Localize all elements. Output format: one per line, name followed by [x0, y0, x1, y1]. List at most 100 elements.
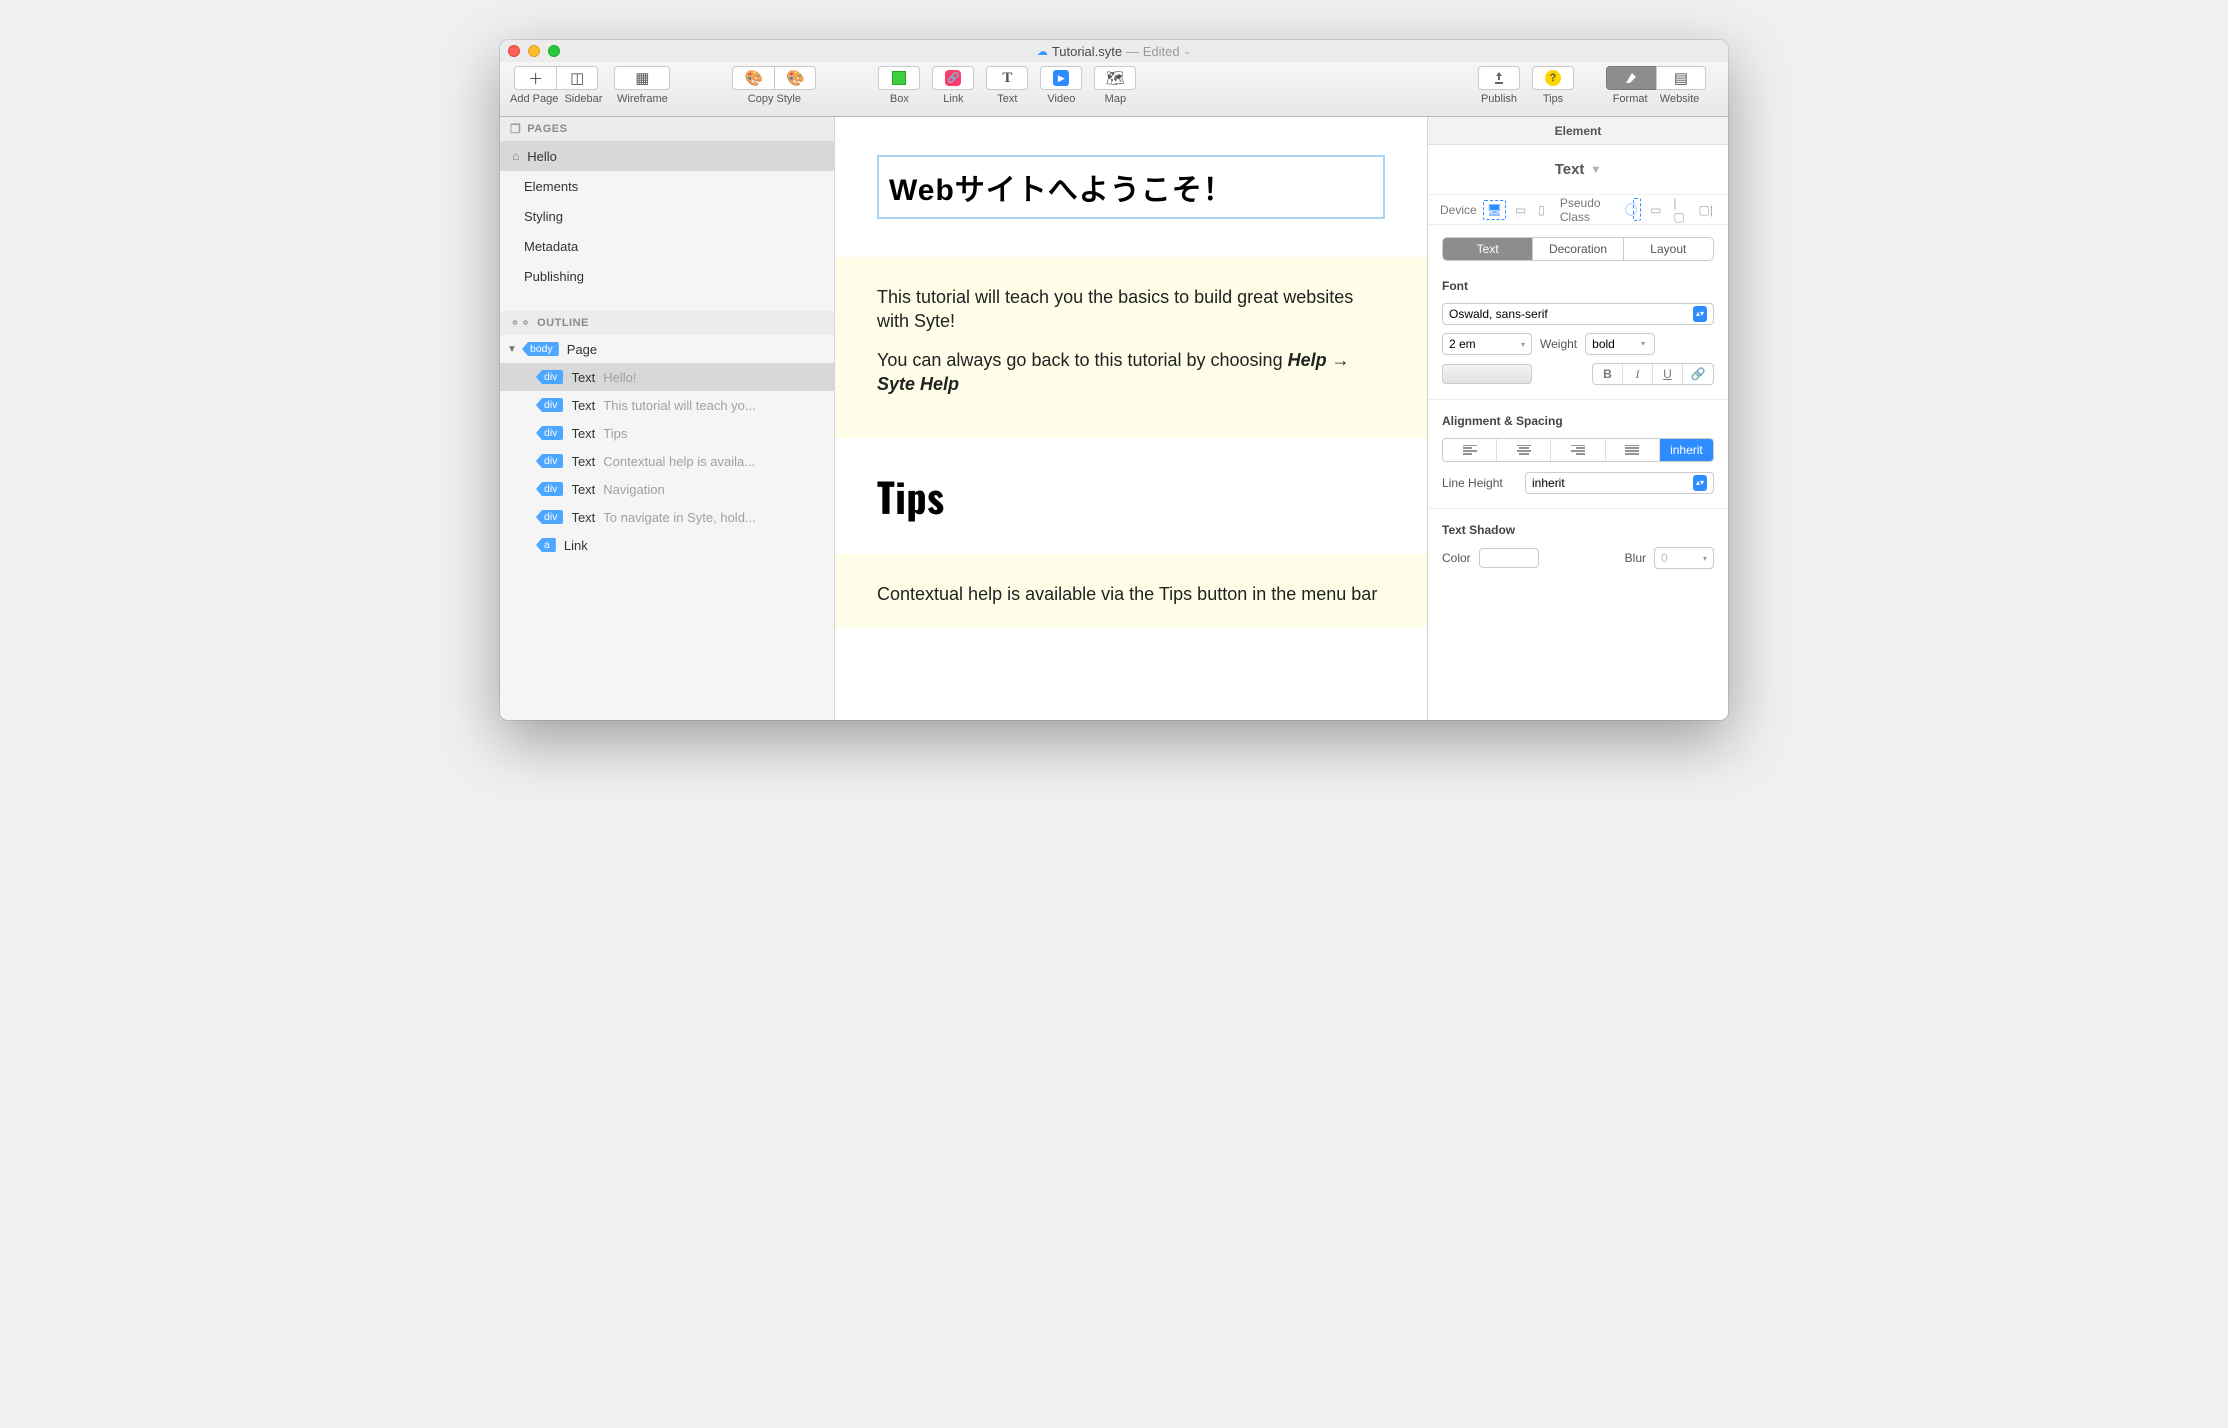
outline-row-body[interactable]: ▼ body Page [500, 335, 834, 363]
pseudo-hover-icon[interactable]: ▭ [1647, 201, 1664, 219]
intro-paragraph-1[interactable]: This tutorial will teach you the basics … [877, 285, 1385, 334]
tool-tips-group: ? Tips [1532, 66, 1574, 105]
outline-header: ⚬⚬ OUTLINE [500, 311, 834, 335]
tips-button[interactable]: ? [1532, 66, 1574, 90]
tab-layout[interactable]: Layout [1624, 238, 1713, 260]
link-style-button[interactable]: 🔗 [1683, 364, 1713, 384]
canvas-block-tips-body[interactable]: Contextual help is available via the Tip… [835, 554, 1427, 628]
tips-paragraph[interactable]: Contextual help is available via the Tip… [877, 582, 1385, 606]
element-preview: Hello! [603, 370, 834, 385]
element-role: Text [571, 426, 595, 441]
sidebar-item-elements[interactable]: Elements [500, 171, 834, 201]
website-button[interactable]: ▤ [1656, 66, 1706, 90]
font-color-swatch[interactable] [1442, 364, 1532, 384]
element-role: Text [571, 482, 595, 497]
align-right-button[interactable] [1551, 439, 1605, 461]
italic-button[interactable]: I [1623, 364, 1653, 384]
font-family-select[interactable]: Oswald, sans-serif ▴▾ [1442, 303, 1714, 325]
align-center-button[interactable] [1497, 439, 1551, 461]
shadow-blur-input[interactable]: 0 ▾ [1654, 547, 1714, 569]
outline-row[interactable]: div Text Tips [500, 419, 834, 447]
minimize-button[interactable] [528, 45, 540, 57]
publish-button[interactable] [1478, 66, 1520, 90]
maximize-button[interactable] [548, 45, 560, 57]
tool-label: Video [1047, 93, 1075, 105]
copy-style-button[interactable]: 🎨 [732, 66, 774, 90]
edited-status: — Edited [1126, 44, 1180, 59]
box-button[interactable] [878, 66, 920, 90]
intro-paragraph-2[interactable]: You can always go back to this tutorial … [877, 348, 1385, 397]
pseudo-none-icon[interactable]: ⃝ [1633, 198, 1641, 221]
phone-icon[interactable]: ▯ [1535, 201, 1548, 219]
align-left-button[interactable] [1443, 439, 1497, 461]
outline-row[interactable]: div Text Navigation [500, 475, 834, 503]
sidebar-item-label: Hello [527, 149, 557, 164]
device-row: Device 🖥 ▭ ▯ Pseudo Class ⃝ ▭ |▢ ▢| [1428, 195, 1728, 225]
close-button[interactable] [508, 45, 520, 57]
sidebar-item-metadata[interactable]: Metadata [500, 231, 834, 261]
element-tag: div [536, 398, 563, 412]
pseudo-focus-icon[interactable]: ▢| [1696, 201, 1716, 219]
sidebar-item-styling[interactable]: Styling [500, 201, 834, 231]
pages-stack-icon: ❐ [510, 122, 521, 136]
outline-row-link[interactable]: a Link [500, 531, 834, 559]
outline-row-text-hello[interactable]: div Text Hello! [500, 363, 834, 391]
font-size-input[interactable]: 2 em ▾ [1442, 333, 1532, 355]
tool-publish-group: Publish [1478, 66, 1520, 105]
sidebar-item-publishing[interactable]: Publishing [500, 261, 834, 291]
selected-element[interactable]: Webサイトへようこそ！ [877, 155, 1385, 219]
align-justify-button[interactable] [1606, 439, 1660, 461]
tab-text[interactable]: Text [1443, 238, 1533, 260]
text-button[interactable]: T [986, 66, 1028, 90]
line-height-select[interactable]: inherit ▴▾ [1525, 472, 1714, 494]
element-tag: div [536, 510, 563, 524]
disclosure-triangle[interactable]: ▼ [506, 344, 518, 355]
bold-button[interactable]: B [1593, 364, 1623, 384]
outline-row[interactable]: div Text This tutorial will teach yo... [500, 391, 834, 419]
underline-button[interactable]: U [1653, 364, 1683, 384]
element-preview: Navigation [603, 482, 834, 497]
element-role: Text [571, 370, 595, 385]
font-weight-select[interactable]: bold ▾ [1585, 333, 1655, 355]
outline-header-label: OUTLINE [537, 317, 589, 329]
app-window: ☁ Tutorial.syte — Edited ⌄ ＋ ◫ Add Page … [500, 40, 1728, 720]
video-button[interactable]: ▶ [1040, 66, 1082, 90]
format-button[interactable] [1606, 66, 1656, 90]
canvas-block-tips-heading[interactable]: Tips [835, 438, 1427, 554]
tips-heading[interactable]: Tips [877, 466, 1385, 526]
align-inherit-button[interactable]: inherit [1660, 439, 1713, 461]
outline-row[interactable]: div Text To navigate in Syte, hold... [500, 503, 834, 531]
map-button[interactable]: 🗺 [1094, 66, 1136, 90]
canvas[interactable]: Webサイトへようこそ！ This tutorial will teach yo… [835, 117, 1428, 720]
tablet-icon[interactable]: ▭ [1512, 201, 1529, 219]
canvas-block-intro[interactable]: This tutorial will teach you the basics … [835, 257, 1427, 438]
window-title: ☁ Tutorial.syte — Edited ⌄ [500, 44, 1728, 59]
home-icon: ⌂ [512, 149, 519, 163]
element-tag: div [536, 370, 563, 384]
tool-label: Box [890, 93, 909, 105]
pseudo-active-icon[interactable]: |▢ [1670, 194, 1689, 226]
element-preview: This tutorial will teach yo... [603, 398, 834, 413]
shadow-color-swatch[interactable] [1479, 548, 1539, 568]
wireframe-button[interactable]: ▦ [614, 66, 670, 90]
tool-label: Map [1105, 93, 1126, 105]
add-page-button[interactable]: ＋ [514, 66, 556, 90]
chevron-down-icon[interactable]: ⌄ [1184, 46, 1192, 57]
element-role: Link [564, 538, 588, 553]
sidebar-item-hello[interactable]: ⌂ Hello [500, 141, 834, 171]
element-preview: Tips [603, 426, 834, 441]
link-button[interactable]: 🔗 [932, 66, 974, 90]
tool-label: Copy Style [748, 93, 801, 105]
element-type-selector[interactable]: Text ▼ [1428, 145, 1728, 195]
desktop-icon[interactable]: 🖥 [1483, 200, 1506, 220]
paste-style-button[interactable]: 🎨 [774, 66, 816, 90]
tab-decoration[interactable]: Decoration [1533, 238, 1623, 260]
tool-addpage-group: ＋ ◫ Add Page Sidebar [510, 66, 602, 105]
outline-row[interactable]: div Text Contextual help is availa... [500, 447, 834, 475]
tool-copystyle-group: 🎨 🎨 Copy Style [732, 66, 816, 105]
tool-link-group: 🔗 Link [932, 66, 974, 105]
heading-text[interactable]: Webサイトへようこそ！ [889, 165, 1373, 209]
sidebar-toggle-button[interactable]: ◫ [556, 66, 598, 90]
tool-label: Text [997, 93, 1017, 105]
tool-label: Link [943, 93, 963, 105]
